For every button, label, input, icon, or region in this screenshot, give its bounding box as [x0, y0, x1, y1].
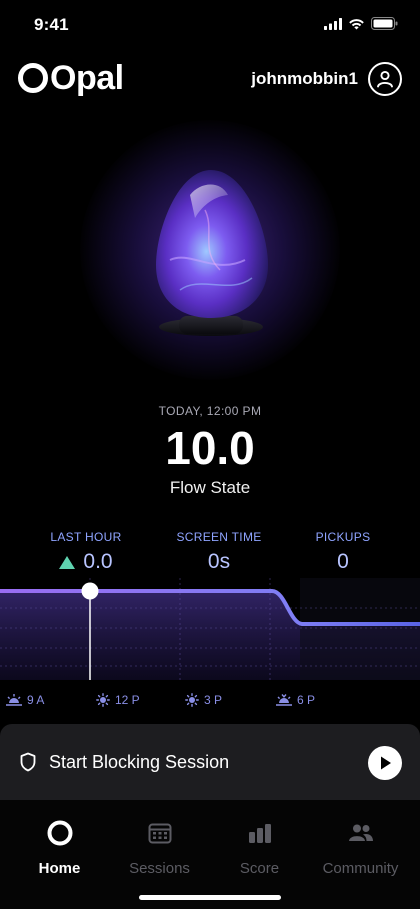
sun-icon: [96, 693, 110, 707]
stat-last-hour: LAST HOUR 0.0: [16, 530, 156, 574]
cellular-signal-icon: [324, 17, 342, 30]
stat-pickups: PICKUPS 0: [273, 530, 413, 574]
sun-icon: [185, 693, 199, 707]
battery-icon: [371, 17, 398, 30]
session-label: Start Blocking Session: [49, 752, 230, 772]
start-session-play-button[interactable]: [368, 746, 402, 780]
stat-label: PICKUPS: [315, 530, 371, 544]
status-icons: [324, 17, 398, 30]
tab-home[interactable]: Home: [7, 818, 112, 877]
score-value: 10.0: [165, 422, 255, 474]
tab-label: Home: [38, 860, 81, 877]
tab-score[interactable]: Score: [207, 818, 312, 877]
tick-6p: 6 P: [276, 693, 315, 707]
app-logo: Opal: [18, 56, 124, 100]
tick-label: 12 P: [115, 693, 140, 707]
tick-9a: 9 A: [6, 693, 44, 707]
tab-icon: [308, 818, 413, 848]
chart-future-shade: [300, 578, 420, 680]
opal-gem-icon: [156, 170, 268, 336]
tab-label: Score: [239, 860, 280, 877]
sunrise-icon: [6, 694, 22, 706]
flow-chart[interactable]: [0, 578, 420, 680]
stat-value: 0s: [207, 550, 231, 573]
chart-time-axis: 9 A 12 P 3 P 6 P: [0, 693, 420, 713]
home-ring-icon: [47, 820, 72, 846]
sunset-icon: [276, 694, 292, 706]
tab-sessions[interactable]: Sessions: [107, 818, 212, 877]
person-icon: [377, 70, 393, 88]
opal-gem-illustration: [40, 100, 380, 400]
stats-row: LAST HOUR 0.0 SCREEN TIME 0s PICKUPS 0: [0, 530, 420, 580]
tab-icon: [207, 818, 312, 848]
last-hour-value: 0.0: [83, 550, 113, 573]
profile-button[interactable]: [368, 62, 402, 96]
stat-value: 0: [337, 550, 349, 573]
tab-label: Community: [322, 860, 399, 877]
tab-bar: Home Sessions Score Community: [0, 800, 420, 909]
score-date: TODAY, 12:00 PM: [158, 404, 262, 418]
calendar-icon: [148, 823, 171, 844]
score-label: Flow State: [169, 478, 251, 498]
wifi-icon: [349, 18, 364, 29]
status-time: 9:41: [34, 15, 69, 34]
tick-label: 3 P: [204, 693, 223, 707]
tab-icon: [107, 818, 212, 848]
stat-value: 0.0: [16, 550, 156, 574]
stat-screen-time: SCREEN TIME 0s: [149, 530, 289, 574]
trend-up-icon: [59, 555, 76, 569]
flow-score: TODAY, 12:00 PM 10.0 Flow State: [0, 404, 420, 498]
tab-community[interactable]: Community: [308, 818, 413, 877]
start-blocking-session-bar[interactable]: Start Blocking Session: [0, 724, 420, 800]
people-icon: [348, 824, 373, 841]
stat-label: SCREEN TIME: [176, 530, 262, 544]
username[interactable]: johnmobbin1: [251, 69, 358, 89]
tab-label: Sessions: [129, 860, 190, 877]
tick-3p: 3 P: [185, 693, 222, 707]
tick-label: 9 A: [27, 693, 45, 707]
logo-text: Opal: [50, 59, 124, 97]
home-indicator: [139, 895, 281, 900]
header: Opal johnmobbin1: [0, 56, 420, 102]
play-icon: [381, 756, 391, 770]
logo-ring-icon: [18, 63, 48, 93]
flow-chart-svg: [0, 578, 420, 680]
stat-label: LAST HOUR: [50, 530, 122, 544]
bar-chart-icon: [248, 824, 271, 843]
shield-icon: [20, 752, 36, 772]
tick-12p: 12 P: [96, 693, 140, 707]
tab-icon: [7, 818, 112, 848]
tick-label: 6 P: [297, 693, 316, 707]
status-bar: 9:41: [0, 0, 420, 50]
chart-scrubber-handle: [81, 582, 99, 600]
